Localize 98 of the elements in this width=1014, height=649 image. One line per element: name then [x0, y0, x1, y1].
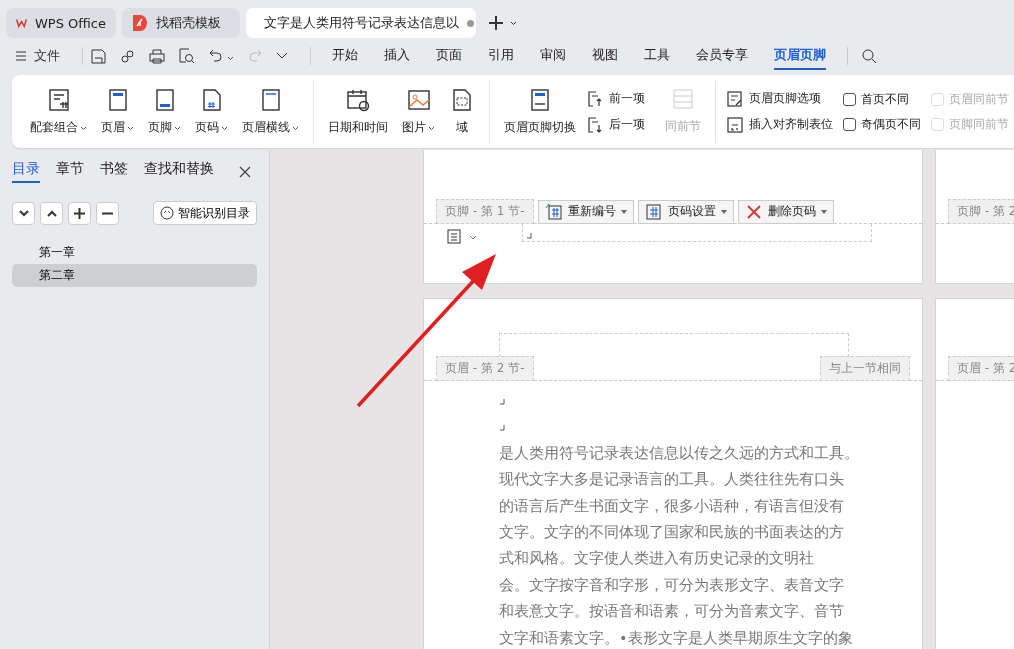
ribbon-button[interactable]: 页眉页脚切换: [500, 87, 580, 136]
paragraph-line: 式和风格。文字使人类进入有历史记录的文明社: [499, 549, 815, 569]
sidebar-tab[interactable]: 查找和替换: [144, 160, 214, 183]
more-icon[interactable]: [276, 52, 288, 60]
paragraph-mark-icon: [499, 425, 505, 432]
caret-icon: [174, 126, 181, 131]
smart-icon: [160, 206, 174, 220]
footer-tool-button[interactable]: 删除页码: [737, 199, 834, 224]
ribbon-tab[interactable]: 插入: [384, 42, 410, 70]
ribbon-tab[interactable]: 引用: [488, 42, 514, 70]
ribbon-button[interactable]: 日期和时间: [324, 87, 392, 136]
expand-button[interactable]: [12, 201, 35, 225]
nav-button[interactable]: 后一项: [586, 115, 645, 134]
delete-icon: [744, 202, 763, 221]
tab-stop-icon: [726, 115, 744, 134]
ribbon-tab[interactable]: 工具: [644, 42, 670, 70]
paragraph-line: 和表意文字。按语音和语素，可分为音素文字、音节: [499, 602, 845, 622]
plus-icon: [74, 207, 85, 219]
footer-tool-button[interactable]: 页码设置: [637, 199, 734, 224]
alignment-icon[interactable]: [446, 227, 478, 247]
caret-icon: [80, 126, 87, 131]
link-to-previous-label: 与上一节相同: [820, 356, 910, 381]
ribbon-tab[interactable]: 开始: [332, 42, 358, 70]
list-icon: [672, 88, 694, 112]
checkbox-option[interactable]: 奇偶页不同: [843, 115, 921, 133]
paragraph-mark-icon: [499, 399, 505, 405]
close-icon[interactable]: [239, 165, 251, 178]
add-button[interactable]: [68, 201, 91, 225]
image-icon: [405, 87, 432, 113]
new-tab-icon[interactable]: [488, 15, 504, 31]
paragraph-line: 会。文字按字音和字形，可分为表形文字、表音文字: [499, 575, 845, 595]
caret-icon: [221, 126, 228, 131]
nav-button[interactable]: 前一项: [586, 89, 645, 108]
option-button[interactable]: 页眉页脚选项: [726, 89, 833, 108]
smart-toc-button[interactable]: 智能识别目录: [153, 201, 257, 225]
ribbon-tab[interactable]: 审阅: [540, 42, 566, 70]
save-icon[interactable]: [91, 48, 106, 64]
paragraph-line: 的语言后产生书面文字，很多小语种，有语言但没有: [499, 496, 845, 516]
caret-icon: [227, 55, 234, 61]
remove-button[interactable]: [96, 201, 119, 225]
options-icon: [726, 89, 744, 108]
paragraph-line: 文字。文字的不同体现了国家和民族的书面表达的方: [499, 523, 845, 543]
checkbox[interactable]: [843, 92, 856, 106]
ribbon-button[interactable]: 配套组合: [26, 87, 91, 136]
caret-icon: [292, 126, 299, 131]
sidebar-tab[interactable]: 章节: [56, 160, 84, 183]
link-icon[interactable]: [120, 48, 135, 64]
outline-item[interactable]: 第二章: [12, 264, 257, 287]
chevron-down-icon: [18, 209, 29, 217]
ribbon-tab[interactable]: 页面: [436, 42, 462, 70]
renumber-icon: [544, 202, 563, 221]
template-logo-icon: [132, 14, 148, 32]
ribbon-button[interactable]: 域: [445, 87, 479, 136]
ribbon-button[interactable]: 页脚: [144, 87, 185, 136]
previous-icon: [586, 89, 604, 108]
caret-icon: [510, 20, 517, 26]
ribbon-button[interactable]: 图片: [398, 87, 439, 136]
sidebar-tab[interactable]: 书签: [100, 160, 128, 183]
document-tab[interactable]: WPS Office: [6, 8, 116, 38]
sidebar-tab[interactable]: 目录: [12, 160, 40, 183]
menu-icon: [16, 51, 26, 61]
tab-title: WPS Office: [34, 15, 106, 31]
header-label: 页眉 - 第 2 节-: [436, 356, 534, 381]
ribbon-button[interactable]: 页眉: [97, 87, 138, 136]
next-icon: [586, 115, 604, 134]
ribbon-button[interactable]: 页眉横线: [238, 87, 303, 136]
collapse-button[interactable]: [40, 201, 63, 225]
footer-label: 页脚 - 第 1 节-: [436, 199, 534, 224]
ribbon-button[interactable]: 页码: [191, 87, 232, 136]
caret-icon: [820, 209, 827, 214]
undo-icon[interactable]: [209, 49, 223, 63]
paragraph-line: 现代文字大多是记录语言的工具。人类往往先有口头: [499, 470, 845, 490]
page-number-settings-icon: [644, 202, 663, 221]
outline-item[interactable]: 第一章: [12, 241, 257, 264]
ribbon-tab[interactable]: 会员专享: [696, 42, 748, 70]
caret-icon: [127, 126, 134, 131]
tab-title: 找稻壳模板: [156, 14, 221, 32]
chevron-up-icon: [46, 209, 57, 217]
caret-icon: [428, 126, 435, 131]
caret-icon: [620, 209, 627, 214]
checkbox-option[interactable]: 首页不同: [843, 90, 921, 108]
checkbox[interactable]: [843, 117, 856, 131]
ribbon-tab[interactable]: 页眉页脚: [774, 42, 826, 70]
paragraph-line: 是人类用符号记录表达信息以传之久远的方式和工具。: [499, 443, 860, 463]
ribbon-tab[interactable]: 视图: [592, 42, 618, 70]
footer-tool-button[interactable]: 重新编号: [537, 199, 634, 224]
paragraph-mark-icon: [526, 233, 532, 239]
search-icon[interactable]: [862, 48, 877, 64]
caret-icon: [720, 209, 727, 214]
print-icon[interactable]: [149, 48, 165, 64]
paragraph-line: 文字和语素文字。•表形文字是人类早期原生文字的象: [499, 628, 854, 648]
tab-title: 文字是人类用符号记录表达信息以: [264, 14, 459, 32]
print-preview-icon[interactable]: [179, 48, 195, 64]
option-button[interactable]: 插入对齐制表位: [726, 115, 833, 134]
calendar-icon: [345, 87, 371, 113]
document-tab[interactable]: 找稻壳模板: [122, 8, 240, 38]
file-menu[interactable]: 文件: [16, 47, 60, 65]
document-tab[interactable]: 文字是人类用符号记录表达信息以: [246, 8, 476, 38]
